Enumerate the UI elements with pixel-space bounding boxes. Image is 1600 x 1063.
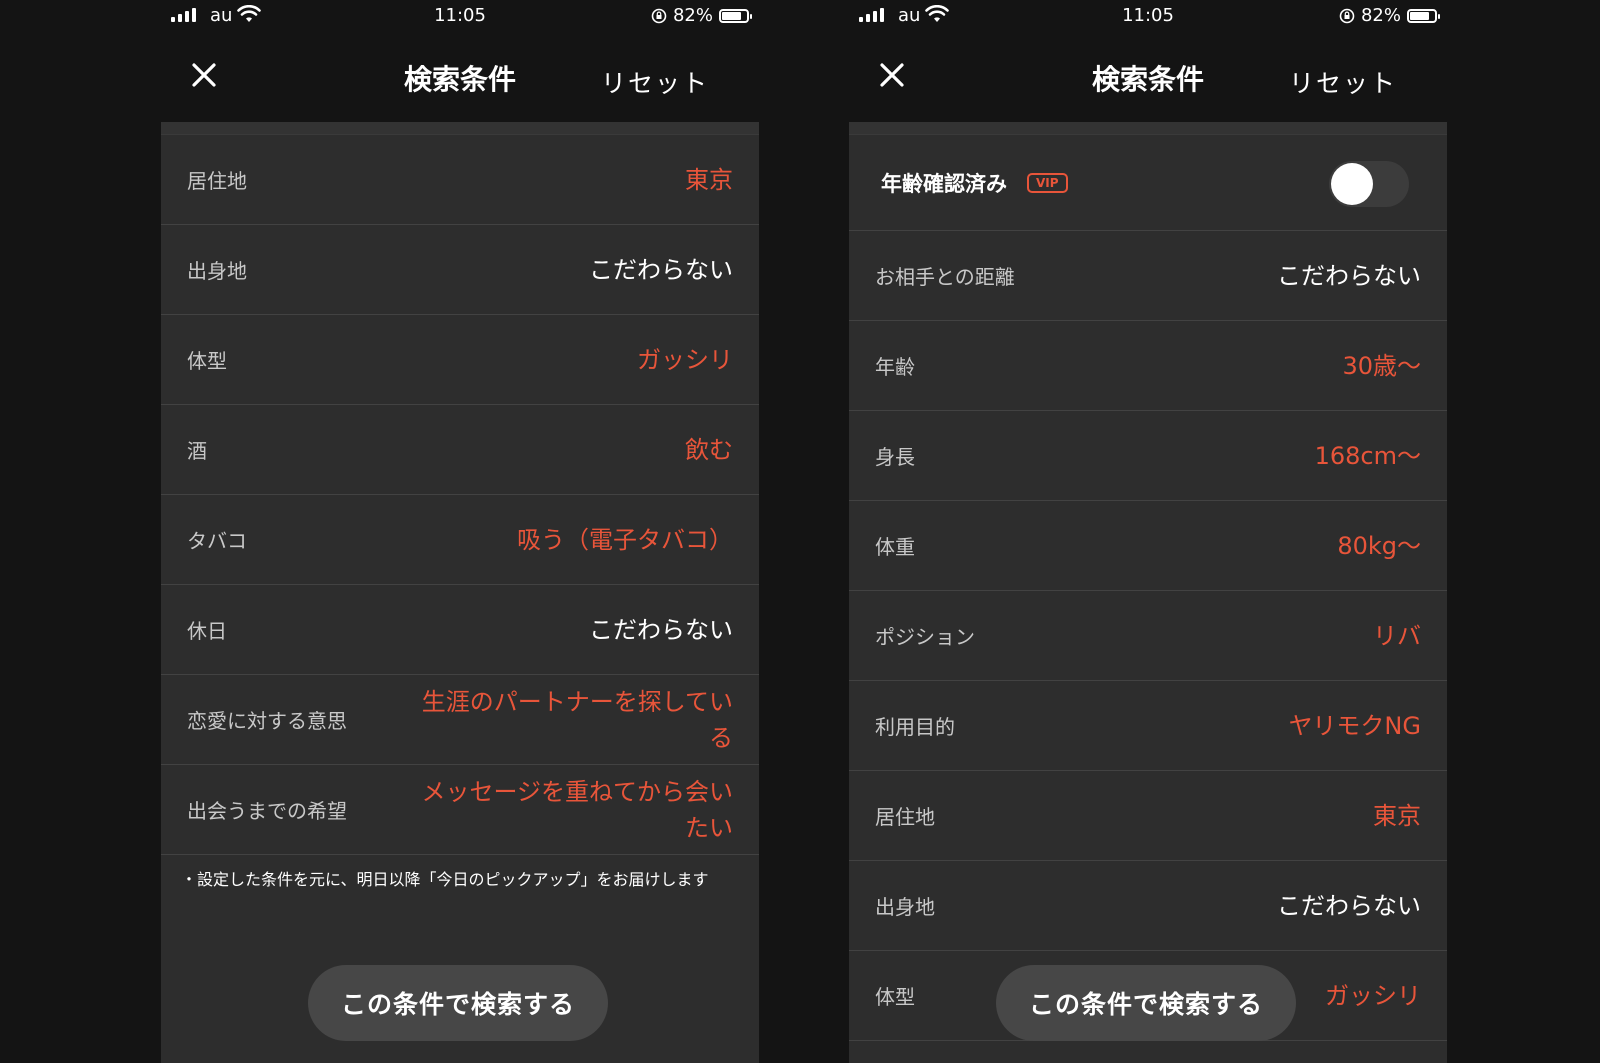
battery-percent: 82% — [1360, 5, 1401, 26]
condition-label: ポジション — [875, 625, 975, 649]
condition-value: ガッシリ — [1325, 981, 1421, 1010]
condition-row-body-type[interactable]: 体型 ガッシリ — [161, 315, 759, 405]
condition-label: 酒 — [187, 439, 207, 463]
list-top-divider — [849, 122, 1447, 135]
rotation-lock-icon — [651, 8, 667, 23]
navigation-bar: 検索条件 リセット — [849, 34, 1447, 122]
condition-value: 30歳〜 — [1342, 351, 1421, 380]
right-phone-screen: au 11:05 82% 検索条件 リセット 年齢確認済み VIP お相手との距… — [849, 0, 1447, 1063]
condition-value: メッセージを重ねてから会いたい — [421, 777, 733, 842]
battery-icon — [719, 8, 752, 23]
condition-label: 年齢 — [875, 355, 915, 379]
search-with-conditions-button[interactable]: この条件で検索する — [308, 965, 608, 1041]
condition-label: 休日 — [187, 619, 227, 643]
navigation-bar: 検索条件 リセット — [161, 34, 759, 122]
condition-label: 出身地 — [187, 259, 247, 283]
condition-row-distance[interactable]: お相手との距離 こだわらない — [849, 231, 1447, 321]
condition-value: 生涯のパートナーを探している — [421, 687, 733, 752]
condition-row-height[interactable]: 身長 168cm〜 — [849, 411, 1447, 501]
battery-fill — [1410, 11, 1430, 20]
battery-fill — [722, 11, 742, 20]
condition-label: 体型 — [875, 985, 915, 1009]
battery-icon — [1407, 8, 1440, 23]
search-with-conditions-button[interactable]: この条件で検索する — [996, 965, 1296, 1041]
toggle-knob — [1331, 163, 1373, 205]
age-verified-toggle[interactable] — [1329, 161, 1409, 207]
condition-value: リバ — [1373, 621, 1421, 650]
condition-value: 東京 — [685, 165, 733, 194]
vip-badge: VIP — [1027, 172, 1068, 193]
age-verified-label: 年齢確認済み — [881, 171, 1007, 196]
condition-label: タバコ — [187, 529, 247, 553]
condition-row-alcohol[interactable]: 酒 飲む — [161, 405, 759, 495]
reset-button[interactable]: リセット — [1289, 64, 1397, 100]
pickup-note: ・設定した条件を元に、明日以降「今日のピックアップ」をお届けします — [181, 870, 709, 889]
condition-row-purpose[interactable]: 利用目的 ヤリモクNG — [849, 681, 1447, 771]
condition-row-hometown[interactable]: 出身地 こだわらない — [161, 225, 759, 315]
condition-label: 利用目的 — [875, 715, 955, 739]
condition-row-residence[interactable]: 居住地 東京 — [161, 135, 759, 225]
condition-label: 居住地 — [875, 805, 935, 829]
condition-row-residence[interactable]: 居住地 東京 — [849, 771, 1447, 861]
status-bar: au 11:05 82% — [849, 0, 1447, 34]
condition-value: こだわらない — [1277, 891, 1421, 920]
condition-label: 体重 — [875, 535, 915, 559]
condition-label: 恋愛に対する意思 — [187, 709, 347, 733]
condition-row-meeting-preference[interactable]: 出会うまでの希望 メッセージを重ねてから会いたい — [161, 765, 759, 855]
condition-label: 出身地 — [875, 895, 935, 919]
condition-row-weight[interactable]: 体重 80kg〜 — [849, 501, 1447, 591]
condition-label: お相手との距離 — [875, 265, 1015, 289]
reset-button[interactable]: リセット — [601, 64, 709, 100]
condition-value: ヤリモクNG — [1288, 711, 1421, 740]
status-bar: au 11:05 82% — [161, 0, 759, 34]
condition-row-age[interactable]: 年齢 30歳〜 — [849, 321, 1447, 411]
condition-row-hometown[interactable]: 出身地 こだわらない — [849, 861, 1447, 951]
condition-value: 168cm〜 — [1314, 441, 1421, 470]
left-phone-screen: au 11:05 82% 検索条件 リセット 居住地 東京 出身地 こだわらない… — [161, 0, 759, 1063]
condition-value: 吸う（電子タバコ） — [517, 525, 733, 554]
condition-row-position[interactable]: ポジション リバ — [849, 591, 1447, 681]
condition-row-tobacco[interactable]: タバコ 吸う（電子タバコ） — [161, 495, 759, 585]
condition-row-romance-intent[interactable]: 恋愛に対する意思 生涯のパートナーを探している — [161, 675, 759, 765]
search-conditions-list: 年齢確認済み VIP お相手との距離 こだわらない 年齢 30歳〜 身長 168… — [849, 122, 1447, 1063]
condition-value: 飲む — [685, 435, 733, 464]
condition-row-holiday[interactable]: 休日 こだわらない — [161, 585, 759, 675]
condition-value: こだわらない — [589, 255, 733, 284]
condition-value: 80kg〜 — [1337, 531, 1421, 560]
rotation-lock-icon — [1339, 8, 1355, 23]
condition-label: 体型 — [187, 349, 227, 373]
condition-value: ガッシリ — [637, 345, 733, 374]
search-conditions-list: 居住地 東京 出身地 こだわらない 体型 ガッシリ 酒 飲む タバコ 吸う（電子… — [161, 122, 759, 1063]
condition-label: 出会うまでの希望 — [187, 799, 347, 823]
condition-label: 身長 — [875, 445, 915, 469]
condition-value: こだわらない — [1277, 261, 1421, 290]
condition-value: 東京 — [1373, 801, 1421, 830]
condition-label: 居住地 — [187, 169, 247, 193]
condition-value: こだわらない — [589, 615, 733, 644]
age-verified-row: 年齢確認済み VIP — [849, 135, 1447, 231]
list-top-divider — [161, 122, 759, 135]
battery-percent: 82% — [672, 5, 713, 26]
